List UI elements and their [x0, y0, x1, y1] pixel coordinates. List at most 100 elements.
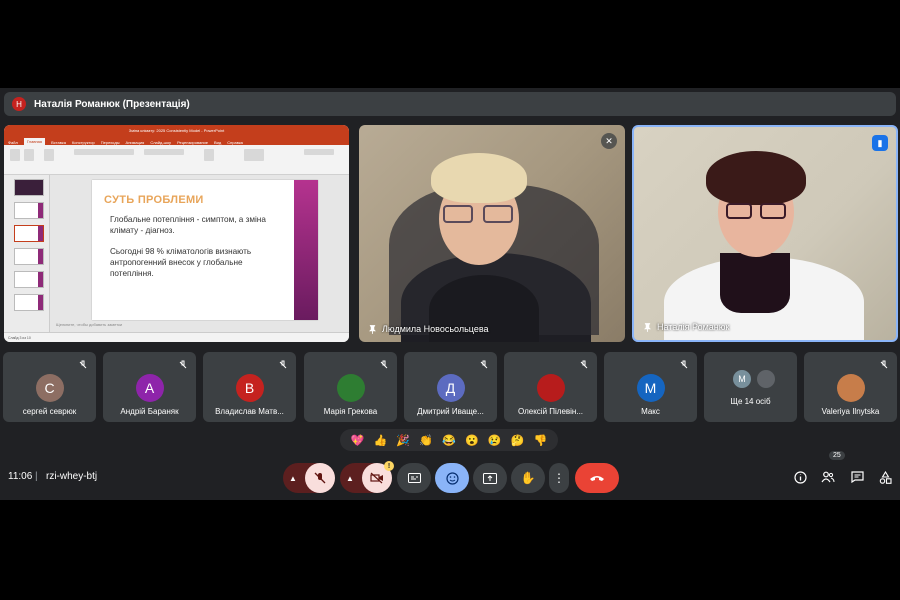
chevron-up-icon[interactable]: ▲: [289, 474, 297, 483]
people-icon: [821, 471, 835, 483]
ppt-ribbon: [4, 145, 349, 175]
avatar: В: [235, 374, 264, 402]
ppt-tab: Главная: [23, 138, 46, 145]
others-count: Ще 14 осіб: [730, 397, 771, 406]
warning-icon: !: [384, 461, 394, 471]
emoji-icon: [445, 471, 459, 485]
slide-thumbnail[interactable]: [14, 179, 44, 196]
reaction-party[interactable]: 🎉: [396, 434, 410, 447]
reaction-heart[interactable]: 💖: [351, 434, 365, 447]
mic-off-icon: [380, 360, 388, 369]
pin-icon[interactable]: [369, 324, 376, 334]
mic-off-icon: [314, 472, 326, 484]
reaction-thinking[interactable]: 🤔: [511, 434, 525, 447]
others-tile[interactable]: М Ще 14 осіб: [704, 352, 797, 422]
avatar-photo: [836, 374, 865, 402]
ribbon-button: [204, 149, 214, 161]
emoji-button[interactable]: [435, 463, 469, 493]
raise-hand-button[interactable]: ✋: [511, 463, 545, 493]
participant-tile[interactable]: Д Дмитрий Иваще...: [404, 352, 497, 422]
meeting-info-button[interactable]: [792, 469, 808, 485]
activities-icon: [879, 470, 892, 484]
participant-name: сергей севрюк: [22, 407, 77, 416]
chevron-up-icon[interactable]: ▲: [346, 474, 354, 483]
slide-text: Глобальне потепління - симптом, а зміна …: [110, 215, 266, 236]
avatar: Д: [436, 374, 465, 402]
participant-name: Наталія Романюк: [657, 322, 730, 332]
ppt-status-bar: Слайд 3 из 10: [4, 332, 349, 342]
avatar-photo: [536, 374, 565, 402]
more-options-button[interactable]: ⋮: [549, 463, 569, 493]
presenter-title: Наталія Романюк (Презентація): [34, 98, 190, 110]
participant-tile[interactable]: Олексій Пілевін...: [504, 352, 597, 422]
slide-thumbnails: [4, 175, 50, 332]
mic-off-icon: [680, 360, 688, 369]
participant-tile[interactable]: Марія Грекова: [304, 352, 397, 422]
chat-button[interactable]: [849, 469, 865, 485]
slide-notes: Щелкните, чтобы добавить заметки: [56, 322, 123, 327]
current-slide: СУТЬ ПРОБЛЕМИ Глобальне потепління - сим…: [92, 180, 318, 320]
participant-name: Макс: [641, 407, 660, 416]
reaction-thumbs-down[interactable]: 👎: [534, 434, 548, 447]
pin-icon[interactable]: [644, 322, 651, 332]
ribbon-button: [44, 149, 54, 161]
slide-title: СУТЬ ПРОБЛЕМИ: [104, 194, 204, 206]
video-tile[interactable]: ✕ Людмила Новосьольцева: [359, 125, 625, 342]
slide-thumbnail[interactable]: [14, 202, 44, 219]
reaction-laugh[interactable]: 😂: [442, 434, 456, 447]
ribbon-button: [304, 149, 334, 155]
video-tile-speaking[interactable]: ▮ Наталія Романюк: [632, 125, 898, 342]
participant-name: Valeriya Ilnytska: [821, 407, 880, 416]
slide-accent-bar: [294, 180, 318, 320]
reaction-clap[interactable]: 👏: [419, 434, 433, 447]
present-screen-icon: [483, 472, 497, 484]
participant-name: Дмитрий Иваще...: [417, 407, 484, 416]
participant-tile[interactable]: В Владислав Матв...: [203, 352, 296, 422]
info-icon: [793, 470, 807, 484]
participant-label: Наталія Романюк: [644, 322, 729, 332]
participant-tile[interactable]: М Макс: [604, 352, 697, 422]
slide-thumbnail[interactable]: [14, 225, 44, 242]
avatar-photo: [757, 370, 775, 388]
presentation-tile[interactable]: Зміна клімату: 2025 Consistently Model -…: [4, 125, 349, 342]
captions-icon: [407, 473, 421, 483]
glasses: [760, 203, 786, 219]
participant-name: Олексій Пілевін...: [517, 407, 584, 416]
participant-name: Андрій Бараняк: [120, 407, 179, 416]
mic-off-icon: [580, 360, 588, 369]
slide-text: Сьогодні 98 % кліматологів визнають антр…: [110, 247, 252, 279]
captions-button[interactable]: [397, 463, 431, 493]
slide-thumbnail[interactable]: [14, 294, 44, 311]
ppt-workspace: СУТЬ ПРОБЛЕМИ Глобальне потепління - сим…: [4, 175, 349, 332]
slide-thumbnail[interactable]: [14, 271, 44, 288]
ribbon-button: [10, 149, 20, 161]
mic-off-icon: [179, 360, 187, 369]
meeting-toolbar: 11:06 | rzi-whey-btj ▲ ▲ ! ✋ ⋮ 25: [0, 451, 900, 497]
reaction-sad[interactable]: 😢: [488, 434, 502, 447]
activities-button[interactable]: [877, 469, 893, 485]
more-vert-icon: ⋮: [553, 471, 565, 485]
present-button[interactable]: [473, 463, 507, 493]
reaction-surprised[interactable]: 😮: [465, 434, 479, 447]
participant-tile[interactable]: С сергей севрюк: [3, 352, 96, 422]
leave-call-button[interactable]: [575, 463, 619, 493]
reaction-thumbs-up[interactable]: 👍: [373, 434, 387, 447]
mic-off-icon: [480, 360, 488, 369]
ribbon-button: [244, 149, 264, 161]
ppt-window-title: Зміна клімату: 2025 Consistently Model -…: [4, 125, 349, 135]
avatar: М: [636, 374, 665, 402]
participant-label: Людмила Новосьольцева: [369, 324, 489, 334]
participant-tile[interactable]: А Андрій Бараняк: [103, 352, 196, 422]
people-button[interactable]: [820, 469, 836, 485]
participant-tile[interactable]: Valeriya Ilnytska: [804, 352, 897, 422]
glasses: [483, 205, 513, 223]
camera-off-icon: [370, 472, 383, 484]
avatar: А: [135, 374, 164, 402]
mic-off-icon: [880, 360, 888, 369]
mic-toggle-button[interactable]: [305, 463, 335, 493]
participant-name: Людмила Новосьольцева: [382, 324, 489, 334]
participant-name: Марія Грекова: [323, 407, 378, 416]
meet-window: Н Наталія Романюк (Презентація) Зміна кл…: [0, 88, 900, 500]
slide-thumbnail[interactable]: [14, 248, 44, 265]
person-scarf: [720, 253, 790, 313]
